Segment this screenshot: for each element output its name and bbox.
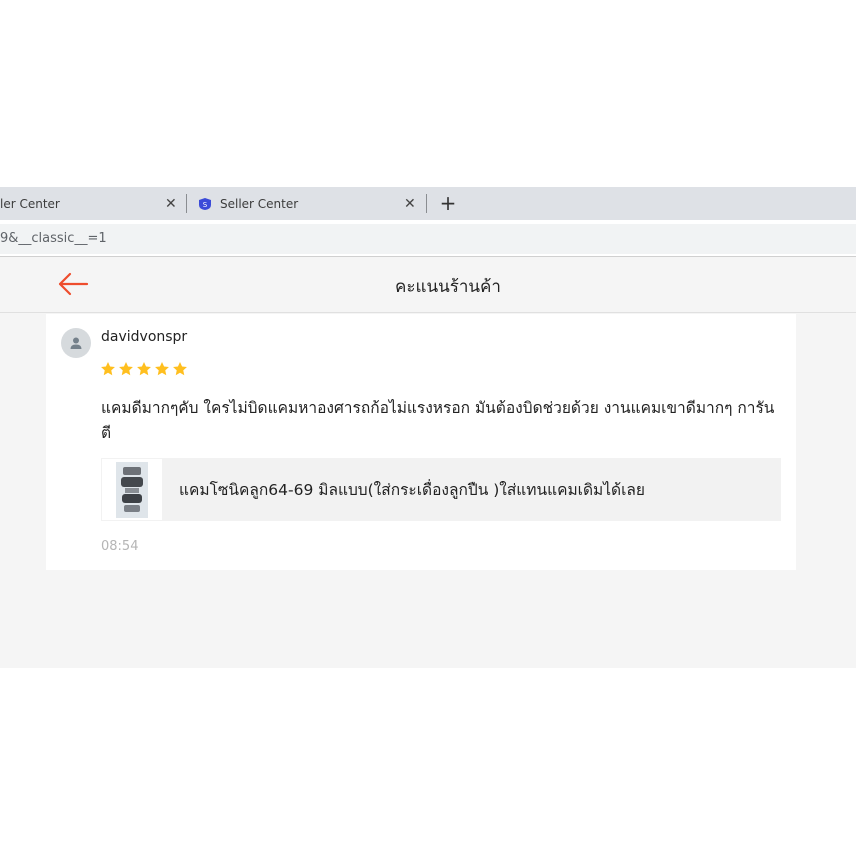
svg-text:S: S [203, 201, 208, 209]
review-time: 08:54 [101, 539, 139, 554]
product-link[interactable]: แคมโซนิคลูก64-69 มิลแบบ(ใส่กระเดื่องลูกป… [101, 458, 781, 521]
browser-tab-2[interactable]: S Seller Center ✕ [198, 187, 423, 220]
product-name: แคมโซนิคลูก64-69 มิลแบบ(ใส่กระเดื่องลูกป… [179, 481, 645, 499]
page-content: คะแนนร้านค้า davidvonspr แคมดีมากๆคับ ใค… [0, 257, 856, 668]
star-icon [119, 362, 133, 376]
star-icon [137, 362, 151, 376]
seller-center-favicon-icon: S [198, 197, 212, 211]
review-comment: แคมดีมากๆคับ ใครไม่บิดแคมหาองศารถก้อไม่แ… [101, 399, 775, 442]
review-card: davidvonspr แคมดีมากๆคับ ใครไม่บิดแคมหาอ… [46, 314, 796, 570]
product-image [102, 459, 162, 520]
avatar [61, 328, 91, 358]
star-icon [173, 362, 187, 376]
new-tab-button[interactable]: + [439, 191, 457, 215]
close-icon[interactable]: ✕ [404, 197, 416, 211]
tab-divider [426, 194, 427, 213]
url-text: 9&__classic__=1 [0, 231, 107, 246]
page-title: คะแนนร้านค้า [395, 277, 501, 297]
browser-tab-1[interactable]: ler Center ✕ [0, 187, 185, 220]
close-icon[interactable]: ✕ [165, 197, 177, 211]
tab-divider [186, 194, 187, 213]
reviewer-name: davidvonspr [101, 329, 188, 345]
star-icon [155, 362, 169, 376]
star-icon [101, 362, 115, 376]
tab-title: ler Center [0, 196, 60, 211]
star-rating [100, 361, 188, 377]
tab-title: Seller Center [220, 196, 299, 211]
browser-tab-bar: ler Center ✕ S Seller Center ✕ [0, 187, 856, 220]
user-icon [70, 337, 82, 349]
page-header: คะแนนร้านค้า [0, 257, 856, 313]
address-bar[interactable]: 9&__classic__=1 [0, 224, 856, 254]
